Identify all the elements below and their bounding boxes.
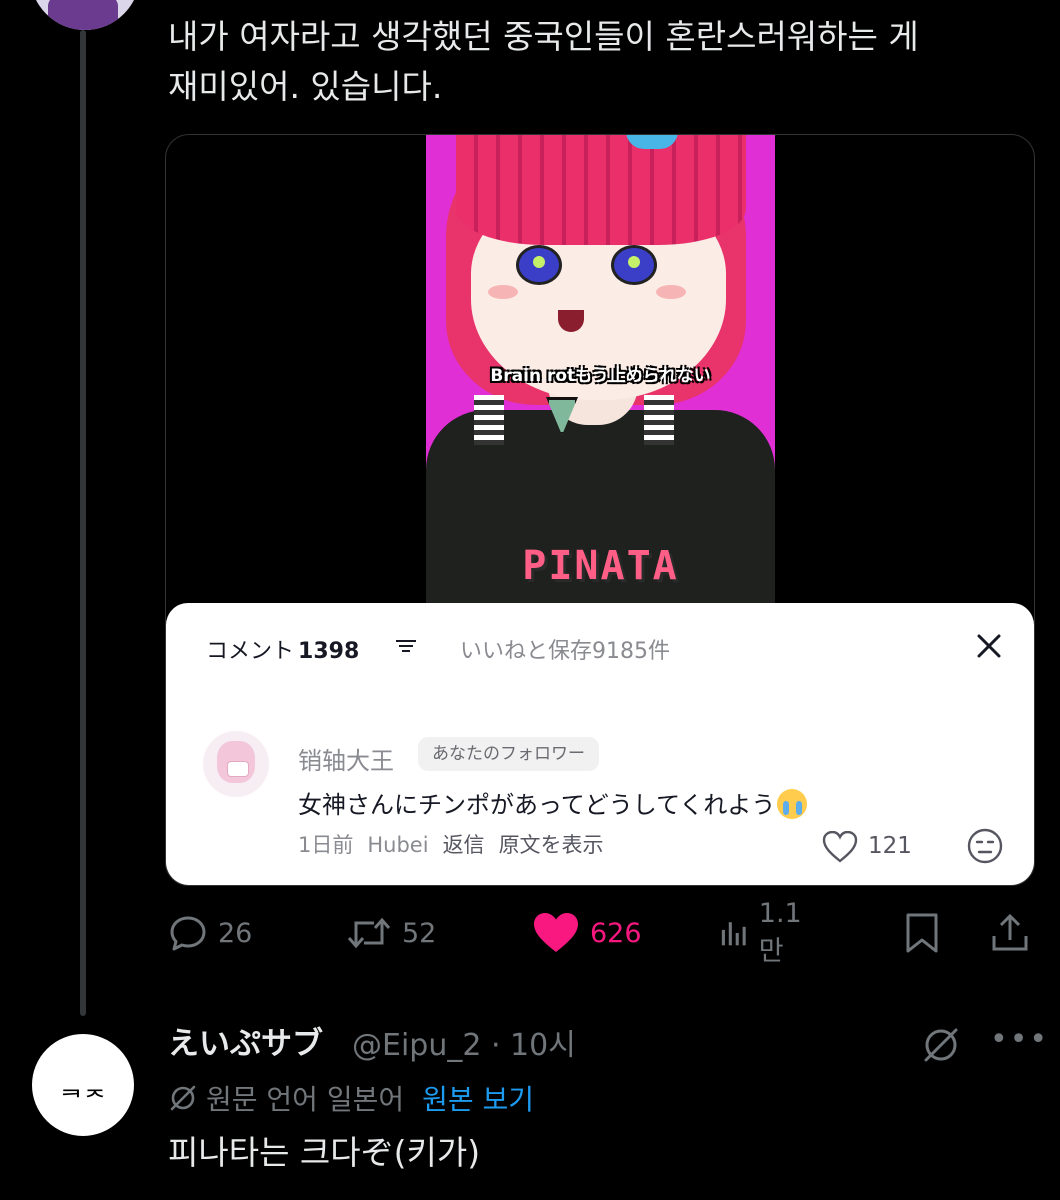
- grok-icon[interactable]: [920, 1024, 962, 1066]
- art-bangs: [456, 135, 746, 245]
- close-icon[interactable]: [974, 631, 1004, 661]
- show-original-button[interactable]: 원본 보기: [422, 1078, 534, 1118]
- comment-location: Hubei: [367, 833, 429, 857]
- reply-text: 피나타는 크다ぞ(키가): [168, 1133, 481, 1172]
- tweet-text: 내가 여자라고 생각했던 중국인들이 혼란스러워하는 게 재미있어. 있습니다.: [168, 17, 919, 106]
- crying-face-icon: [777, 789, 808, 819]
- commenter-avatar[interactable]: [203, 731, 269, 797]
- comments-header[interactable]: コメント 1398: [206, 633, 359, 665]
- shirt-text: PINATA: [522, 543, 679, 589]
- heart-outline-icon[interactable]: [822, 831, 858, 863]
- art-blush-left: [488, 285, 518, 299]
- dislike-face-icon[interactable]: [966, 827, 1004, 865]
- comment-sheet: コメント 1398 いいねと保存9185件 销轴大王 あなたのフォロワー 女神さん…: [166, 603, 1034, 885]
- art-eye-left: [516, 245, 562, 285]
- heart-filled-icon: [534, 913, 578, 952]
- show-original-link[interactable]: 原文を表示: [499, 833, 604, 857]
- bookmark-action[interactable]: [902, 906, 942, 960]
- repost-count: 52: [402, 917, 437, 949]
- comments-count: 1398: [298, 639, 360, 664]
- translation-note: 원문 언어 일본어 원본 보기: [168, 1078, 534, 1118]
- like-count: 626: [590, 917, 642, 949]
- reply-icon: [170, 916, 206, 951]
- likes-saved-tab[interactable]: いいねと保存9185件: [460, 633, 670, 665]
- reply-link[interactable]: 返信: [443, 833, 485, 857]
- thread-line: [80, 30, 86, 1016]
- comment-like-count: 121: [868, 833, 912, 859]
- share-action[interactable]: [990, 906, 1030, 960]
- reply-author-handle[interactable]: @Eipu_2 · 10시: [352, 1020, 576, 1064]
- avatar-glyph: ᆿᆽ: [59, 1072, 107, 1102]
- art-blush-right: [656, 285, 686, 299]
- reply-author-name[interactable]: えいぷサブ: [168, 1018, 323, 1063]
- views-action[interactable]: 1.1만: [718, 898, 811, 967]
- tweet-media[interactable]: Brain rotもう止められない PINATA コメント 1398 いいねと保存…: [165, 134, 1035, 886]
- comment-text: 女神さんにチンポがあってどうしてくれよう: [298, 785, 808, 820]
- art-eye-right: [611, 245, 657, 285]
- commenter-username[interactable]: 销轴大王: [298, 741, 394, 776]
- reply-author-avatar[interactable]: ᆿᆽ: [30, 1032, 136, 1138]
- more-icon[interactable]: •••: [990, 1022, 1049, 1057]
- comment-body: 女神さんにチンポがあってどうしてくれよう: [298, 791, 776, 819]
- comment-meta: 1日前 Hubei 返信 原文を表示: [298, 829, 618, 859]
- translation-note-text: 원문 언어 일본어: [206, 1083, 405, 1116]
- views-icon: [721, 922, 746, 946]
- sort-icon[interactable]: [396, 639, 416, 653]
- repost-icon: [347, 917, 391, 949]
- views-count: 1.1만: [758, 898, 802, 967]
- like-action[interactable]: 626: [532, 906, 642, 960]
- art-stripe-right: [644, 395, 674, 445]
- video-caption: Brain rotもう止められない: [490, 366, 711, 386]
- reply-count: 26: [218, 917, 253, 949]
- author-avatar[interactable]: [30, 0, 140, 30]
- share-icon: [992, 913, 1028, 951]
- comments-label: コメント: [206, 639, 295, 664]
- bookmark-icon: [906, 913, 938, 953]
- comment-time: 1日前: [298, 833, 354, 857]
- follower-badge: あなたのフォロワー: [418, 737, 599, 771]
- video-thumbnail: Brain rotもう止められない PINATA: [426, 135, 775, 605]
- repost-action[interactable]: 52: [346, 906, 436, 960]
- translate-icon: [170, 1085, 196, 1111]
- avatar-hair: [48, 0, 118, 30]
- reply-action[interactable]: 26: [168, 906, 252, 960]
- art-stripe-left: [474, 395, 504, 445]
